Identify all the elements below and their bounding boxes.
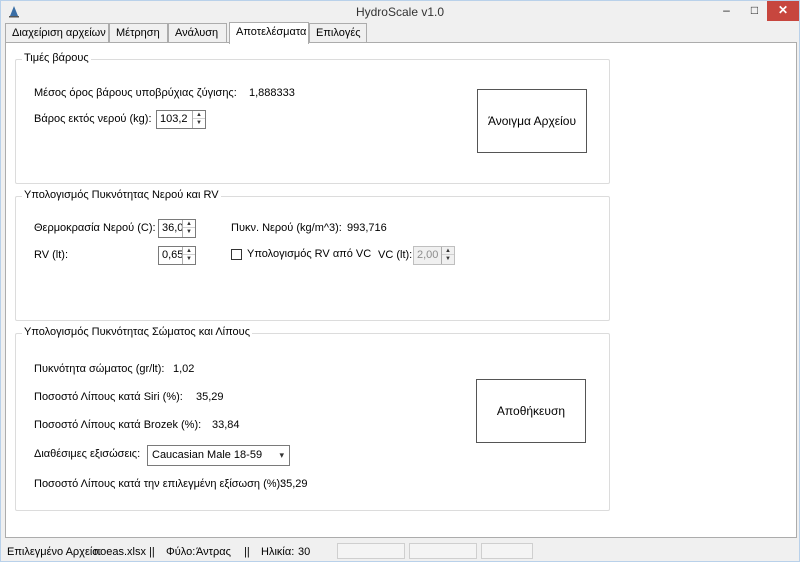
rv-stepper[interactable]: 0,65 ▲ ▼ xyxy=(158,246,196,265)
maximize-button[interactable]: □ xyxy=(741,1,768,21)
close-button[interactable]: ✕ xyxy=(767,1,799,21)
water-density-label: Πυκν. Νερού (kg/m^3): xyxy=(231,222,342,234)
tab-file-management[interactable]: Διαχείριση αρχείων xyxy=(5,23,109,43)
spin-down-icon[interactable]: ▼ xyxy=(193,119,205,127)
spin-up-icon[interactable]: ▲ xyxy=(183,247,195,255)
siri-value: 35,29 xyxy=(196,391,224,403)
chevron-down-icon: ▾ xyxy=(279,450,284,460)
water-temp-stepper[interactable]: 36,0 ▲ ▼ xyxy=(158,219,196,238)
save-button[interactable]: Αποθήκευση xyxy=(476,379,586,443)
app-window: HydroScale v1.0 – □ ✕ Διαχείριση αρχείων… xyxy=(0,0,800,562)
tab-analysis[interactable]: Ανάλυση xyxy=(168,23,227,43)
body-density-value: 1,02 xyxy=(173,363,195,375)
water-group-title: Υπολογισμός Πυκνότητας Νερού και RV xyxy=(22,189,221,201)
status-separator: || xyxy=(244,546,250,558)
status-button-2[interactable] xyxy=(409,543,477,559)
siri-label: Ποσοστό Λίπους κατά Siri (%): xyxy=(34,391,183,403)
spin-down-icon[interactable]: ▼ xyxy=(183,228,195,236)
spin-down-icon: ▼ xyxy=(445,256,451,262)
mean-weight-label: Μέσος όρος βάρους υποβρύχιας ζύγισης: xyxy=(34,87,237,99)
equations-label: Διαθέσιμες εξισώσεις: xyxy=(34,448,141,460)
brozek-value: 33,84 xyxy=(212,419,240,431)
brozek-label: Ποσοστό Λίπους κατά Brozek (%): xyxy=(34,419,202,431)
body-group: Υπολογισμός Πυκνότητας Σώματος και Λίπου… xyxy=(15,326,610,511)
dry-weight-label: Βάρος εκτός νερού (kg): xyxy=(34,113,152,125)
open-file-button[interactable]: Άνοιγμα Αρχείου xyxy=(477,89,587,153)
status-button-1[interactable] xyxy=(337,543,405,559)
status-sex-label: Φύλο: xyxy=(166,546,196,558)
status-age-label: Ηλικία: xyxy=(261,546,295,558)
rv-from-vc-label[interactable]: Υπολογισμός RV από VC xyxy=(247,248,371,260)
tab-measurement[interactable]: Μέτρηση xyxy=(109,23,168,43)
tab-options[interactable]: Επιλογές xyxy=(309,23,367,43)
equations-dropdown[interactable]: Caucasian Male 18-59 ▾ xyxy=(147,445,290,466)
tab-results[interactable]: Αποτελέσματα xyxy=(229,22,309,44)
equations-selected: Caucasian Male 18-59 xyxy=(152,449,263,461)
water-density-value: 993,716 xyxy=(347,222,387,234)
minimize-button[interactable]: – xyxy=(713,1,740,21)
weights-group: Τιμές βάρους Μέσος όρος βάρους υποβρύχια… xyxy=(15,52,610,184)
vc-label: VC (lt): xyxy=(378,249,413,261)
selected-equation-label: Ποσοστό Λίπους κατά την επιλεγμένη εξίσω… xyxy=(34,478,284,490)
status-sex-value: Άντρας xyxy=(196,546,231,558)
selected-equation-value: 35,29 xyxy=(280,478,308,490)
status-file-value: noeas.xlsx xyxy=(94,546,146,558)
rv-label: RV (lt): xyxy=(34,249,69,261)
water-temp-label: Θερμοκρασία Νερού (C): xyxy=(34,222,156,234)
title-bar[interactable]: HydroScale v1.0 – □ ✕ xyxy=(1,1,799,23)
spin-up-icon[interactable]: ▲ xyxy=(193,111,205,119)
status-separator: || xyxy=(149,546,155,558)
results-tab-page: Τιμές βάρους Μέσος όρος βάρους υποβρύχια… xyxy=(5,42,797,538)
rv-from-vc-checkbox[interactable] xyxy=(231,249,242,260)
spin-up-icon[interactable]: ▲ xyxy=(183,220,195,228)
dry-weight-stepper[interactable]: 103,2 ▲ ▼ xyxy=(156,110,206,129)
rv-value: 0,65 xyxy=(162,249,184,261)
vc-spin: ▲ ▼ xyxy=(441,247,454,264)
mean-weight-value: 1,888333 xyxy=(249,87,295,99)
status-age-value: 30 xyxy=(298,546,311,558)
rv-spin[interactable]: ▲ ▼ xyxy=(182,247,195,264)
dry-weight-spin[interactable]: ▲ ▼ xyxy=(192,111,205,128)
water-temp-value: 36,0 xyxy=(162,222,184,234)
water-temp-spin[interactable]: ▲ ▼ xyxy=(182,220,195,237)
window-title: HydroScale v1.0 xyxy=(355,5,445,19)
spin-down-icon[interactable]: ▼ xyxy=(183,255,195,263)
water-group: Υπολογισμός Πυκνότητας Νερού και RV Θερμ… xyxy=(15,189,610,321)
spin-up-icon: ▲ xyxy=(442,247,454,255)
dry-weight-value: 103,2 xyxy=(160,113,188,125)
vc-value: 2,00 xyxy=(417,249,439,261)
vc-stepper: 2,00 ▲ ▼ xyxy=(413,246,455,265)
weights-group-title: Τιμές βάρους xyxy=(22,52,91,64)
status-button-3[interactable] xyxy=(481,543,533,559)
body-group-title: Υπολογισμός Πυκνότητας Σώματος και Λίπου… xyxy=(22,326,252,338)
status-bar: Επιλεγμένο Αρχείο: noeas.xlsx || Φύλο: Ά… xyxy=(1,541,799,561)
body-density-label: Πυκνότητα σώματος (gr/lt): xyxy=(34,363,165,375)
status-file-label: Επιλεγμένο Αρχείο: xyxy=(7,546,102,558)
